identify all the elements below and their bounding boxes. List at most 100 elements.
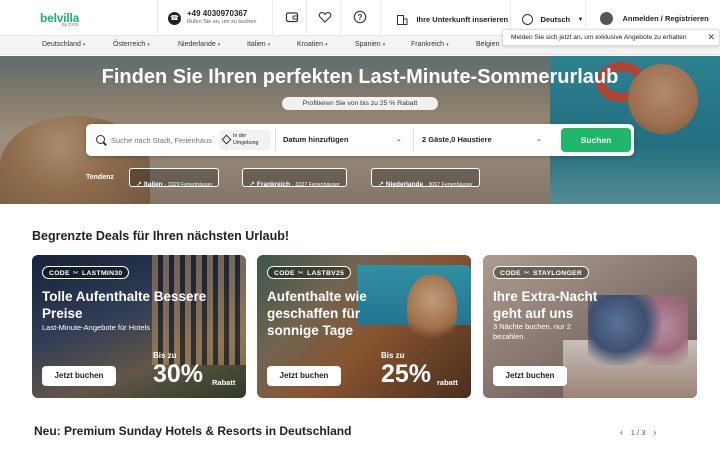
book-now-button[interactable]: Jetzt buchen [42,366,116,386]
login-label: Anmelden / Registrieren [622,14,709,24]
chevron-right-icon[interactable]: › [653,428,656,437]
discount-prefix: Bis zu [153,351,177,360]
login-button[interactable]: Anmelden / Registrieren [600,10,709,26]
scissors-icon: ✂ [297,270,305,277]
trend-name: Frankreich [256,181,291,188]
deal-subtitle: 3 Nächte buchen, nur 2 bezahlen. [493,322,571,341]
trend-label: Tendenz [86,174,114,181]
wallet-icon[interactable] [284,10,300,26]
country-deutschland[interactable]: Deutschland ▾ [42,41,85,48]
help-icon[interactable]: ? [352,10,368,26]
list-property-label: Ihre Unterkunft inserieren [416,15,509,25]
country-kroatien[interactable]: Kroatien ▾ [297,41,328,48]
chevron-down-icon: ▾ [325,42,328,48]
signup-tooltip: Melden Sie sich jetzt an, um exklusive A… [502,29,720,46]
chevron-down-icon: ▾ [217,42,221,48]
book-now-button[interactable]: Jetzt buchen [493,366,567,386]
carousel-pager: ‹ 1 / 3 › [620,428,656,437]
chevron-down-icon: ▾ [147,42,150,48]
country-oesterreich[interactable]: Österreich ▾ [113,41,150,48]
trend-chip-frankreich[interactable]: ↗ Frankreich · 3337 Ferienhäuser [242,168,347,188]
nearby-label: In der Umgebung [233,133,259,146]
country-label: Österreich [113,41,146,48]
discount-percent: 30% [153,360,204,388]
scissors-icon: ✂ [523,270,531,277]
chevron-down-icon: ▾ [82,42,86,48]
country-label: Niederlande [178,41,216,48]
promo-code: STAYLONGER [533,270,583,277]
nearby-toggle[interactable]: In der Umgebung [219,130,271,150]
brand-sub: by OYO [62,22,79,27]
trend-chip-niederlande[interactable]: ↗ Niederlande · 3067 Ferienhäuser [371,168,480,188]
divider [413,128,414,152]
chevron-down-icon: ⌄ [536,136,542,143]
phone-number: +49 4030970367 [187,9,248,18]
chevron-down-icon: ▾ [382,42,386,48]
deal-subtitle: Last-Minute-Angebote für Hotels [42,323,150,332]
list-property-link[interactable]: Ihre Unterkunft inserieren [396,11,508,25]
country-frankreich[interactable]: Frankreich ▾ [411,41,449,48]
premium-section-title: Neu: Premium Sunday Hotels & Resorts in … [34,424,352,438]
phone-icon: ☎ [168,12,181,25]
book-now-button[interactable]: Jetzt buchen [267,366,341,386]
divider [157,0,158,36]
divider [380,0,381,36]
brand-logo[interactable]: belvilla by OYO [40,9,100,29]
scissors-icon: ✂ [72,270,80,277]
country-belgien[interactable]: Belgien [476,41,499,48]
country-label: Frankreich [411,41,445,48]
chevron-left-icon[interactable]: ‹ [620,428,623,437]
trend-chip-italien[interactable]: ↗ Italien · 3329 Ferienhäuser [129,168,220,188]
language-selector[interactable]: Deutsch ▼ [522,11,583,26]
code-label: CODE [49,270,70,277]
deal-card-staylonger[interactable]: CODE ✂ STAYLONGER Ihre Extra-Nacht geht au… [483,255,697,398]
divider [306,0,307,36]
close-icon[interactable]: ✕ [707,32,715,43]
deal-title: Aufenthalte wie geschaffen für sonnige T… [267,289,367,338]
svg-text:?: ? [358,13,363,22]
country-label: Italien [247,41,266,48]
discount-percent: 25% [381,360,432,388]
deal-card-lastbv25[interactable]: CODE ✂ LASTBV25 Aufenthalte wie geschaffen… [257,255,471,398]
discount-prefix: Bis zu [381,351,405,360]
search-icon [96,135,105,144]
divider [340,0,341,36]
divider [275,128,276,152]
deals-section-title: Begrenzte Deals für Ihren nächsten Urlau… [32,229,290,243]
country-spanien[interactable]: Spanien ▾ [355,41,385,48]
hero-title: Finden Sie Ihren perfekten Last-Minute-S… [101,66,619,88]
country-label: Belgien [476,41,500,48]
phone-hint: Rufen Sie an, um zu buchen [187,19,257,25]
globe-icon [522,14,533,26]
discount-suffix: Rabatt [212,378,236,387]
country-italien[interactable]: Italien ▾ [247,41,270,48]
trend-up-icon: ↗ [136,181,142,188]
search-bar: In der Umgebung Datum hinzufügen ⌄ 2 Gäs… [86,124,634,156]
guests-picker[interactable]: 2 Gäste,0 Haustiere [422,135,492,144]
search-button[interactable]: Suchen [561,128,631,152]
chevron-down-icon: ⌄ [396,136,402,143]
code-label: CODE [274,270,295,277]
trend-up-icon: ↗ [378,181,384,188]
trend-name: Niederlande [385,181,424,188]
code-label: CODE [500,270,521,277]
trend-count: · 3329 Ferienhäuser [164,182,213,188]
country-label: Spanien [355,41,381,48]
divider [272,0,273,36]
deal-card-lastmin30[interactable]: CODE ✂ LASTMIN30 Tolle Aufenthalte Bessere… [32,255,246,398]
date-picker[interactable]: Datum hinzufügen [283,135,348,144]
country-niederlande[interactable]: Niederlande ▾ [178,41,220,48]
trend-name: Italien [143,181,163,188]
user-icon [600,12,613,26]
promo-code-badge: CODE ✂ LASTBV25 [267,266,352,279]
trend-up-icon: ↗ [249,181,255,188]
page-indicator: 1 / 3 [630,428,646,437]
search-input[interactable] [111,133,215,147]
trend-count: · 3337 Ferienhäuser [292,182,340,188]
promo-code: LASTBV25 [307,270,345,277]
phone-contact[interactable]: ☎ +49 4030970367 Rufen Sie an, um zu buc… [168,8,278,30]
heart-icon[interactable] [317,10,333,26]
discount-suffix: rabatt [437,378,458,387]
promo-code-badge: CODE ✂ LASTMIN30 [42,266,130,279]
building-icon [396,14,408,26]
